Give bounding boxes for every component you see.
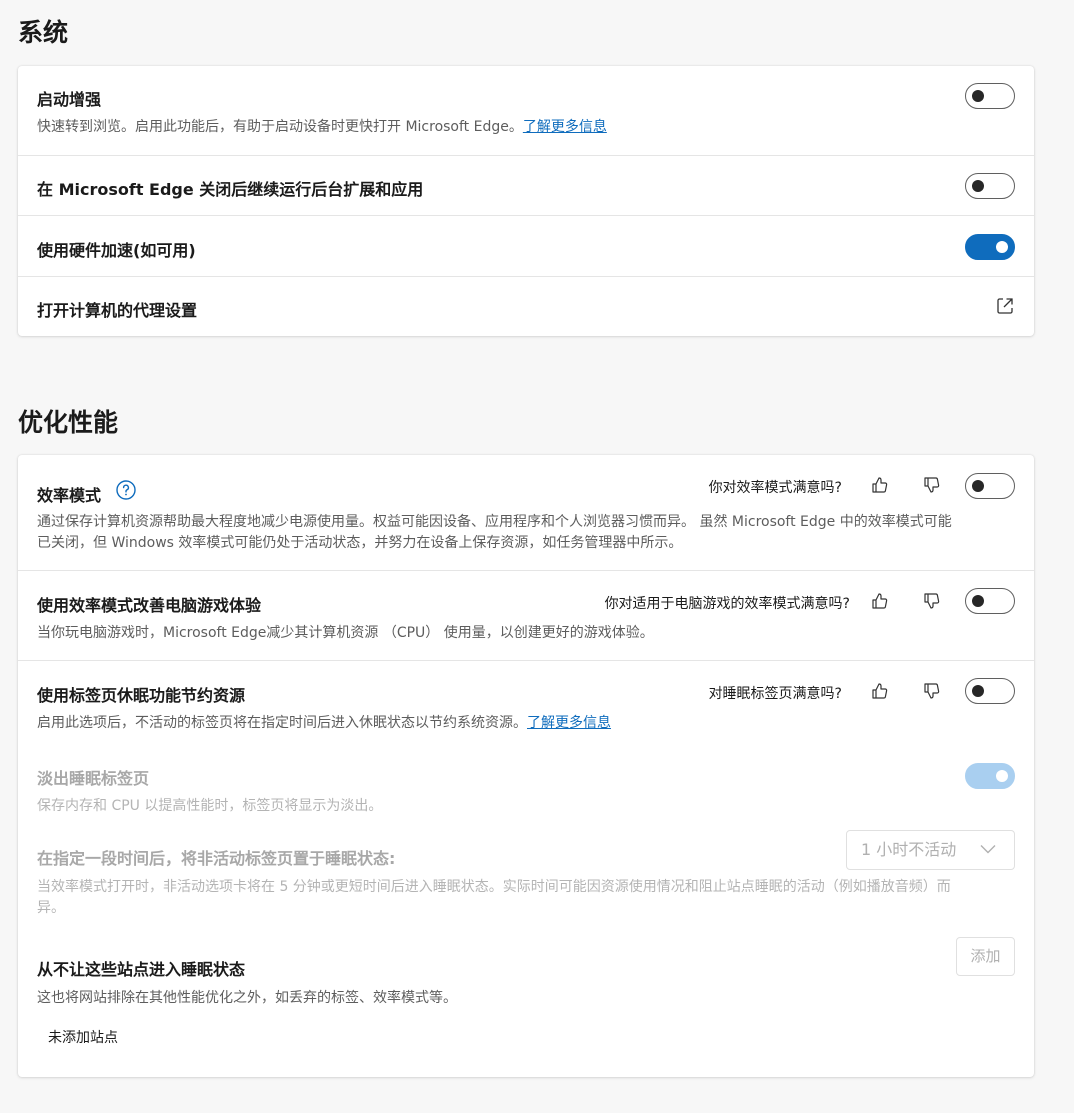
help-icon[interactable] [116, 480, 136, 500]
sleeping-tabs-section: 使用标签页休眠功能节约资源 对睡眠标签页满意吗? 启用此选项后，不活动的标签页将… [18, 660, 1034, 1077]
sleep-after-desc-line1: 当效率模式打开时，非活动选项卡将在 5 分钟或更短时间后进入睡眠状态。实际时间可… [37, 879, 951, 895]
sleeping-tabs-title: 使用标签页休眠功能节约资源 [37, 686, 246, 705]
thumbs-down-icon[interactable] [922, 475, 942, 495]
startup-boost-title: 启动增强 [37, 90, 102, 109]
sleeping-tabs-desc: 启用此选项后，不活动的标签页将在指定时间后进入休眠状态以节约系统资源。了解更多信… [37, 713, 1017, 734]
sleeping-tabs-toggle[interactable] [965, 678, 1015, 704]
proxy-title: 打开计算机的代理设置 [37, 301, 198, 320]
toggle-knob [972, 90, 984, 102]
toggle-knob [996, 770, 1008, 782]
efficiency-mode-desc-line1: 通过保存计算机资源帮助最大程度地减少电源使用量。权益可能因设备、应用程序和个人浏… [37, 514, 952, 530]
gaming-row: 使用效率模式改善电脑游戏体验 你对适用于电脑游戏的效率模式满意吗? 当你玩电脑游… [18, 570, 1034, 660]
fade-sleeping-desc: 保存内存和 CPU 以提高性能时，标签页将显示为淡出。 [37, 798, 383, 814]
efficiency-mode-title: 效率模式 [37, 486, 102, 505]
add-site-button[interactable]: 添加 [956, 937, 1015, 976]
gaming-toggle[interactable] [965, 588, 1015, 614]
sleeping-tabs-desc-text: 启用此选项后，不活动的标签页将在指定时间后进入休眠状态以节约系统资源。 [37, 715, 527, 731]
thumbs-up-icon[interactable] [870, 591, 890, 611]
system-card: 启动增强 快速转到浏览。启用此功能后，有助于启动设备时更快打开 Microsof… [18, 66, 1034, 336]
startup-boost-learn-more-link[interactable]: 了解更多信息 [523, 119, 607, 135]
efficiency-mode-desc: 通过保存计算机资源帮助最大程度地减少电源使用量。权益可能因设备、应用程序和个人浏… [37, 512, 1017, 554]
sleep-after-desc: 当效率模式打开时，非活动选项卡将在 5 分钟或更短时间后进入睡眠状态。实际时间可… [37, 877, 1017, 919]
sleep-after-title: 在指定一段时间后，将非活动标签页置于睡眠状态: [37, 849, 396, 868]
startup-boost-row: 启动增强 快速转到浏览。启用此功能后，有助于启动设备时更快打开 Microsof… [18, 66, 1034, 156]
never-sleep-desc: 这也将网站排除在其他性能优化之外，如丢弃的标签、效率模式等。 [37, 990, 457, 1006]
sleeping-tabs-feedback-text: 对睡眠标签页满意吗? [708, 686, 842, 702]
sleep-after-desc-line2: 异。 [37, 900, 65, 916]
toggle-knob [996, 241, 1008, 253]
efficiency-mode-feedback-text: 你对效率模式满意吗? [708, 480, 842, 496]
startup-boost-desc-text: 快速转到浏览。启用此功能后，有助于启动设备时更快打开 Microsoft Edg… [37, 119, 523, 135]
hardware-accel-title: 使用硬件加速(如可用) [37, 241, 196, 260]
background-run-row: 在 Microsoft Edge 关闭后继续运行后台扩展和应用 [18, 155, 1034, 215]
fade-sleeping-title: 淡出睡眠标签页 [37, 769, 150, 788]
gaming-title: 使用效率模式改善电脑游戏体验 [37, 596, 262, 615]
performance-heading: 优化性能 [18, 408, 119, 437]
background-run-title: 在 Microsoft Edge 关闭后继续运行后台扩展和应用 [37, 180, 424, 199]
toggle-knob [972, 595, 984, 607]
startup-boost-desc: 快速转到浏览。启用此功能后，有助于启动设备时更快打开 Microsoft Edg… [37, 117, 1017, 138]
startup-boost-toggle[interactable] [965, 83, 1015, 109]
fade-sleeping-toggle[interactable] [965, 763, 1015, 789]
thumbs-down-icon[interactable] [922, 591, 942, 611]
efficiency-mode-row: 效率模式 你对效率模式满意吗? 通过保存计算机资源帮助最大程度地减少电源使用量。… [18, 455, 1034, 570]
toggle-knob [972, 480, 984, 492]
gaming-feedback-text: 你对适用于电脑游戏的效率模式满意吗? [604, 596, 850, 612]
sleep-after-selected-value: 1 小时不活动 [861, 840, 957, 859]
chevron-down-icon [980, 845, 996, 854]
thumbs-up-icon[interactable] [870, 475, 890, 495]
toggle-knob [972, 685, 984, 697]
toggle-knob [972, 180, 984, 192]
background-run-toggle[interactable] [965, 173, 1015, 199]
gaming-desc: 当你玩电脑游戏时，Microsoft Edge减少其计算机资源 （CPU） 使用… [37, 625, 654, 641]
performance-card: 效率模式 你对效率模式满意吗? 通过保存计算机资源帮助最大程度地减少电源使用量。… [18, 455, 1034, 1077]
efficiency-mode-toggle[interactable] [965, 473, 1015, 499]
proxy-row[interactable]: 打开计算机的代理设置 [18, 276, 1034, 336]
sleep-after-dropdown[interactable]: 1 小时不活动 [846, 830, 1015, 870]
system-heading: 系统 [18, 18, 69, 47]
thumbs-up-icon[interactable] [870, 681, 890, 701]
hardware-accel-toggle[interactable] [965, 234, 1015, 260]
hardware-accel-row: 使用硬件加速(如可用) [18, 215, 1034, 276]
thumbs-down-icon[interactable] [922, 681, 942, 701]
no-sites-added-text: 未添加站点 [48, 1030, 118, 1046]
never-sleep-title: 从不让这些站点进入睡眠状态 [37, 960, 246, 979]
efficiency-mode-desc-line2: 已关闭，但 Windows 效率模式可能仍处于活动状态，并努力在设备上保存资源，… [37, 535, 683, 551]
open-external-icon[interactable] [995, 296, 1015, 316]
sleeping-tabs-learn-more-link[interactable]: 了解更多信息 [527, 715, 611, 731]
